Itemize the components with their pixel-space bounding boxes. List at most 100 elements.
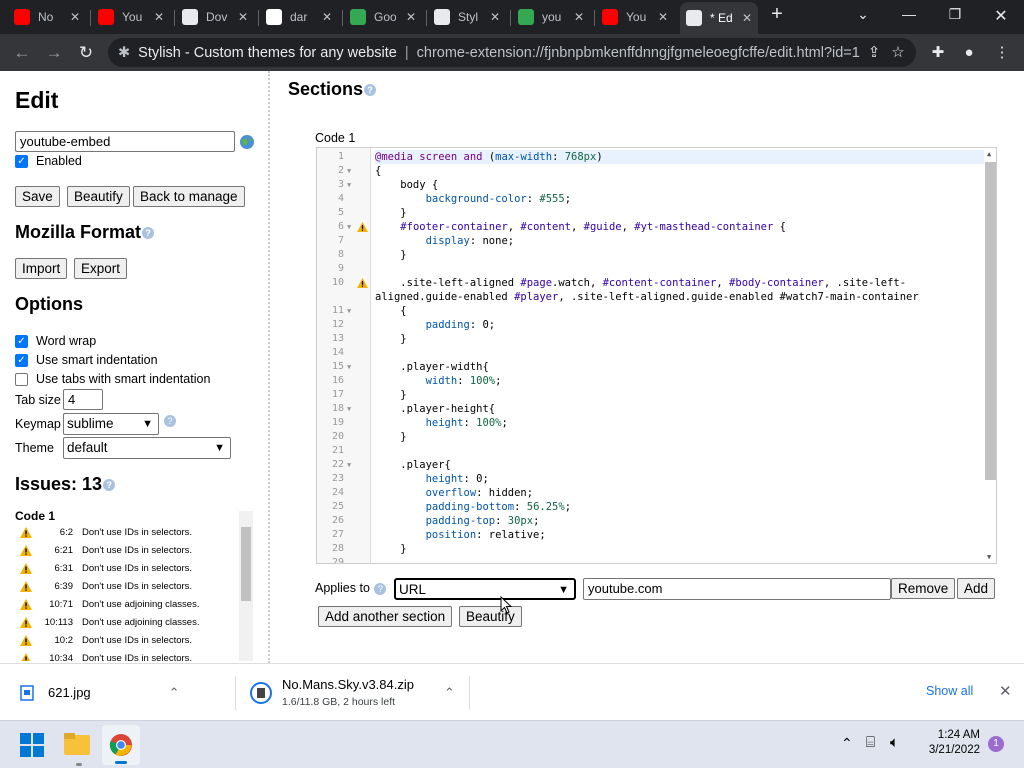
minimize-button[interactable]: — [898,6,920,26]
scrollbar-thumb[interactable] [985,162,996,480]
issue-row[interactable]: 10:71 Don't use adjoining classes. [13,595,255,613]
download-item[interactable]: 621.jpg ⌃ [20,664,180,721]
fold-arrow-icon[interactable]: ▼ [347,304,351,318]
applies-type-value: URL [399,582,427,597]
volume-icon[interactable]: 🔈︎ [890,734,899,751]
tab-close-icon[interactable]: ✕ [658,10,668,24]
chrome-taskbar-button[interactable] [102,725,140,765]
editor-scrollbar[interactable]: ▲ ▼ [984,148,996,563]
scroll-down-icon[interactable]: ▼ [987,553,991,561]
back-to-manage-button[interactable]: Back to manage [133,186,245,207]
browser-tab[interactable]: dar ✕ [260,4,336,30]
remove-button[interactable]: Remove [891,578,956,599]
browser-tab[interactable]: Goo ✕ [344,4,420,30]
notification-badge[interactable]: 1 [988,736,1004,752]
fold-arrow-icon[interactable]: ▼ [347,220,351,234]
browser-tab[interactable]: * Edi ✕ [680,2,758,34]
issues-scrollbar[interactable] [239,511,253,661]
windows-start-icon[interactable] [20,733,44,757]
line-number: 4 [337,193,344,204]
forward-icon[interactable]: → [44,43,64,63]
fold-arrow-icon[interactable]: ▼ [347,178,351,192]
theme-select[interactable]: default ▼ [63,437,231,459]
tab-close-icon[interactable]: ✕ [238,10,248,24]
warning-icon[interactable] [357,222,368,232]
tab-close-icon[interactable]: ✕ [574,10,584,24]
tab-close-icon[interactable]: ✕ [406,10,416,24]
enabled-checkbox[interactable]: ✓ Enabled [15,154,82,168]
gutter-row [317,290,371,304]
issue-row[interactable]: 6:31 Don't use IDs in selectors. [13,559,255,577]
tab-title: * Edi [710,11,732,25]
beautify-button[interactable]: Beautify [67,186,130,207]
code-editor[interactable]: 1 2 ▼ 3 ▼ 4 5 6 ▼ 7 8 9 10 11 ▼ 12 13 14 15 ▼ 16 17 18 ▼ 19 20 21 2… [316,147,997,564]
applies-value-input[interactable]: youtube.com [583,578,891,600]
show-all-link[interactable]: Show all [926,684,973,698]
tab-close-icon[interactable]: ✕ [742,11,752,25]
fold-arrow-icon[interactable]: ▼ [347,458,351,472]
issue-row[interactable]: 10:2 Don't use IDs in selectors. [13,631,255,649]
tab-close-icon[interactable]: ✕ [490,10,500,24]
help-icon[interactable]: ? [164,415,176,427]
extensions-icon[interactable]: ✚ [928,43,948,63]
scrollbar-thumb[interactable] [241,527,251,601]
tabs-indent-checkbox[interactable]: Use tabs with smart indentation [15,372,210,386]
back-icon[interactable]: ← [12,43,32,63]
menu-kebab-icon[interactable]: ⋮ [992,43,1012,63]
tab-size-input[interactable]: 4 [63,389,103,410]
bookmark-star-icon[interactable]: ☆ [888,43,908,63]
file-explorer-icon[interactable] [64,733,90,755]
tab-close-icon[interactable]: ✕ [322,10,332,24]
keymap-select[interactable]: sublime ▼ [63,413,159,435]
add-button[interactable]: Add [957,578,996,599]
profile-icon[interactable]: ● [959,43,979,63]
add-another-section-button[interactable]: Add another section [318,606,453,627]
style-name-input[interactable]: youtube-embed [15,131,235,152]
tab-search-icon[interactable]: ⌄ [852,6,874,26]
address-bar[interactable]: ✱ Stylish - Custom themes for any websit… [108,38,916,67]
word-wrap-checkbox[interactable]: ✓ Word wrap [15,334,96,348]
download-item[interactable]: No.Mans.Sky.v3.84.zip 1.6/11.8 GB, 2 hou… [250,664,455,721]
reload-icon[interactable]: ↻ [76,43,96,63]
help-icon[interactable]: ? [103,479,116,492]
browser-tab[interactable]: You ✕ [596,4,672,30]
help-icon[interactable]: ? [374,582,387,595]
browser-tab[interactable]: You ✕ [92,4,168,30]
share-icon[interactable]: ⇪ [864,43,884,63]
restore-button[interactable]: ❐ [944,6,966,26]
browser-tab[interactable]: Styl ✕ [428,4,504,30]
tab-close-icon[interactable]: ✕ [154,10,164,24]
browser-tab[interactable]: Dov ✕ [176,4,252,30]
tray-chevron-icon[interactable]: ⌃ [841,735,853,752]
help-icon[interactable]: ? [142,227,155,240]
browser-tab[interactable]: No ✕ [8,4,84,30]
applies-type-select[interactable]: URL ▼ [394,578,576,600]
fold-arrow-icon[interactable]: ▼ [347,402,351,416]
globe-icon[interactable] [239,134,255,150]
warning-icon[interactable] [357,278,368,288]
new-tab-button[interactable]: + [766,3,788,25]
smart-indent-checkbox[interactable]: ✓ Use smart indentation [15,353,158,367]
chevron-up-icon[interactable]: ⌃ [444,685,455,701]
beautify-section-button[interactable]: Beautify [459,606,522,627]
import-button[interactable]: Import [15,258,68,279]
fold-arrow-icon[interactable]: ▼ [347,164,351,178]
issue-row[interactable]: 6:2 Don't use IDs in selectors. [13,523,255,541]
clock[interactable]: 1:24 AM 3/21/2022 [920,729,980,756]
browser-tab[interactable]: you ✕ [512,4,588,30]
close-window-button[interactable]: ✕ [990,6,1012,26]
chevron-up-icon[interactable]: ⌃ [169,685,180,701]
close-icon[interactable]: ✕ [999,682,1012,700]
issue-row[interactable]: 6:39 Don't use IDs in selectors. [13,577,255,595]
export-button[interactable]: Export [74,258,128,279]
fold-arrow-icon[interactable]: ▼ [347,360,351,374]
tab-close-icon[interactable]: ✕ [70,10,80,24]
line-number: 1 [337,151,344,162]
save-button[interactable]: Save [15,186,60,207]
issue-row[interactable]: 10:113 Don't use adjoining classes. [13,613,255,631]
help-icon[interactable]: ? [364,84,377,97]
issue-row[interactable]: 10:34 Don't use IDs in selectors. [13,649,255,661]
scroll-up-icon[interactable]: ▲ [987,150,991,158]
network-icon[interactable]: ⌸ [866,734,875,751]
issue-row[interactable]: 6:21 Don't use IDs in selectors. [13,541,255,559]
